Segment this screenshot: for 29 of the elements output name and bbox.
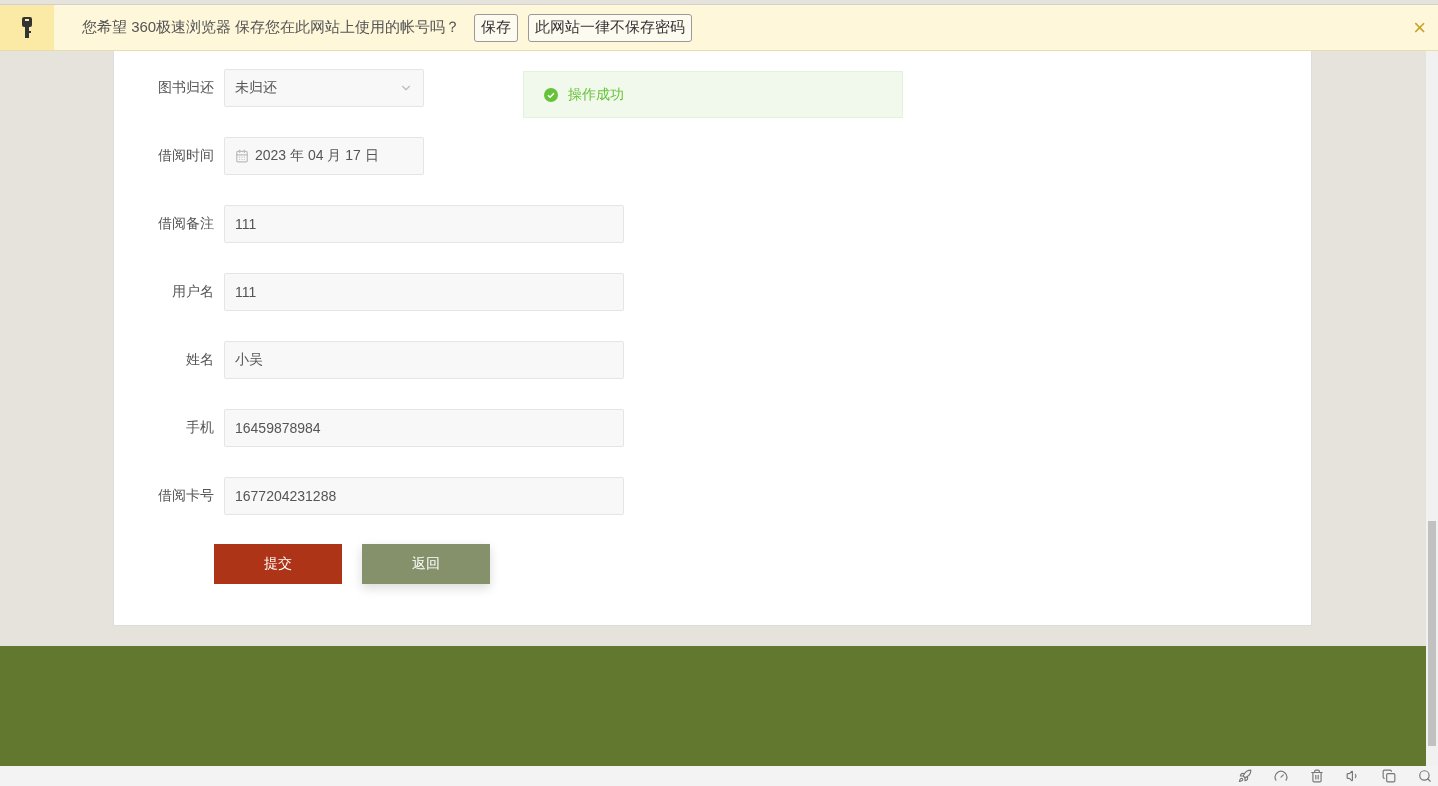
input-field[interactable]: 小吴 <box>224 341 624 379</box>
search-icon[interactable] <box>1418 769 1432 783</box>
field-label: 用户名 <box>171 283 214 301</box>
field-label: 借阅时间 <box>157 147 214 165</box>
calendar-icon <box>235 149 249 163</box>
check-circle-icon <box>544 87 558 102</box>
save-password-prompt: 您希望 360极速浏览器 保存您在此网站上使用的帐号吗？ <box>82 18 461 37</box>
trash-icon[interactable] <box>1310 769 1324 783</box>
scrollbar[interactable] <box>1426 51 1438 766</box>
rocket-icon[interactable] <box>1238 769 1252 783</box>
select-field[interactable]: 未归还 <box>224 69 424 107</box>
field-label: 图书归还 <box>157 79 214 97</box>
input-field[interactable]: 111 <box>224 205 624 243</box>
window-icon[interactable] <box>1382 769 1396 783</box>
scrollbar-thumb[interactable] <box>1428 521 1436 746</box>
field-label: 借阅卡号 <box>157 487 214 505</box>
input-field[interactable]: 16459878984 <box>224 409 624 447</box>
input-field[interactable]: 1677204231288 <box>224 477 624 515</box>
field-label: 手机 <box>185 419 214 437</box>
toast-text: 操作成功 <box>568 85 624 104</box>
gauge-icon[interactable] <box>1274 769 1288 783</box>
date-field[interactable]: 2023 年 04 月 17 日 <box>224 137 424 175</box>
field-label: 借阅备注 <box>157 215 214 233</box>
submit-button[interactable]: 提交 <box>214 544 342 584</box>
input-field[interactable]: 111 <box>224 273 624 311</box>
field-label: 姓名 <box>185 351 214 369</box>
never-save-button[interactable]: 此网站一律不保存密码 <box>528 13 693 42</box>
key-icon <box>21 16 33 39</box>
save-button[interactable]: 保存 <box>474 13 519 42</box>
